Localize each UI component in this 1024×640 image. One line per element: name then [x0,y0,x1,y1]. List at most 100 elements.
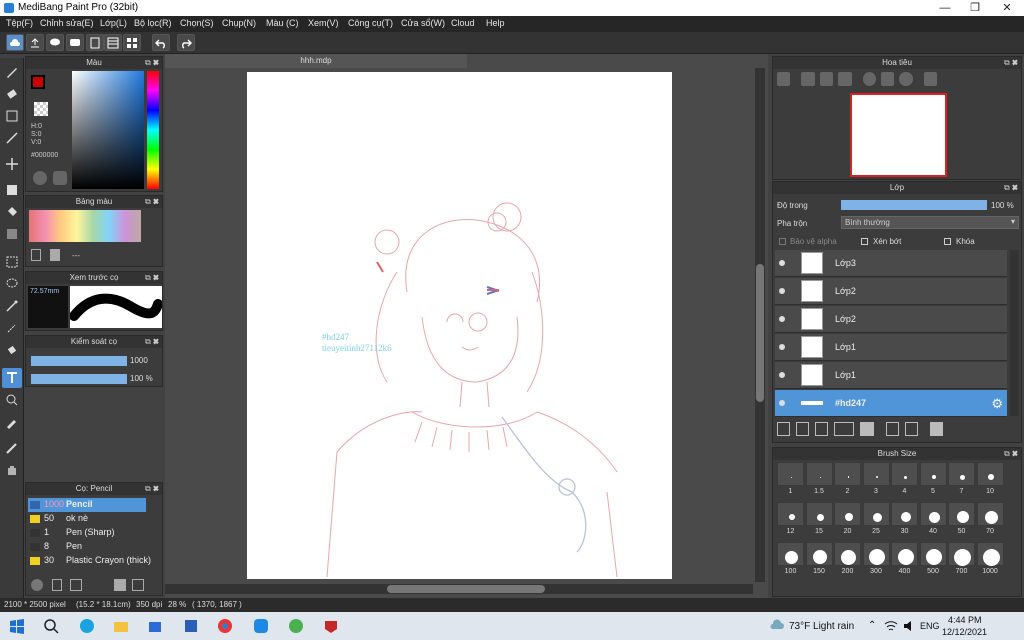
move-icon[interactable] [2,154,22,174]
volume-icon[interactable] [899,616,921,636]
brush-size-cell[interactable] [919,542,947,566]
panel-controls-icon[interactable]: ⧉ ✖ [145,272,159,284]
brush-size-cell[interactable] [948,462,975,486]
panel-controls-icon[interactable]: ⧉ ✖ [145,483,159,495]
flip-icon[interactable] [923,72,937,86]
palette-wheel-icon[interactable] [33,171,47,185]
search-icon[interactable] [40,616,62,636]
brush-item[interactable]: 1 Pen (Sharp) [28,526,146,540]
duplicate-layer-icon[interactable] [886,422,899,436]
bucket-icon[interactable] [2,202,22,222]
brush-size-cell[interactable] [834,462,861,486]
edge-icon[interactable] [76,616,98,636]
panel-controls-icon[interactable]: ⧉ ✖ [1004,57,1018,69]
protect-alpha-checkbox[interactable] [779,238,786,245]
layer-opacity-slider[interactable] [841,200,987,210]
folder-icon[interactable] [114,579,126,591]
menu-color[interactable]: Màu (C) [266,18,299,28]
layer-row[interactable]: Lớp1 [775,334,1007,361]
brush-size-cell[interactable] [948,502,975,526]
brush-size-cell[interactable] [948,542,975,566]
layer-menu-icon[interactable] [834,422,854,436]
brush-size-cell[interactable] [891,462,918,486]
layer-row[interactable]: Lớp1 [775,362,1007,389]
vertical-scroll-thumb[interactable] [756,264,764,402]
secondary-color-swatch[interactable] [34,102,48,116]
layer-row[interactable]: Lớp3 [775,250,1007,277]
brush-size-cell[interactable] [976,542,1004,566]
fit-screen-icon[interactable] [880,72,895,86]
layer-scrollbar[interactable] [1010,250,1019,416]
brush-size-cell[interactable] [862,462,890,486]
weather-icon[interactable] [766,616,788,636]
undo-icon[interactable] [152,34,170,51]
pen-tool-icon[interactable] [2,438,22,458]
fill-rect-icon[interactable] [2,180,22,200]
brush-item[interactable]: 8 Pen [28,540,146,554]
horizontal-scrollbar[interactable] [165,584,753,594]
brush-size-cell[interactable] [834,542,861,566]
navigator-thumbnail[interactable] [850,93,947,177]
minimize-button[interactable]: — [930,0,960,16]
menu-capture[interactable]: Chụp(N) [222,18,256,28]
primary-color-swatch[interactable] [31,75,45,89]
zoom-out-icon[interactable] [838,72,852,86]
select-eraser-icon[interactable] [2,340,22,360]
cloud-icon[interactable] [6,34,24,51]
brush-size-cell[interactable] [834,502,861,526]
new-brush-icon[interactable] [52,579,62,591]
menu-tools[interactable]: Công cụ(T) [348,18,393,28]
menu-filter[interactable]: Bộ lọc(R) [134,18,172,28]
brush-size-cell[interactable] [805,542,833,566]
gradient-icon[interactable] [2,224,22,244]
visibility-icon[interactable] [779,344,785,350]
brush-size-slider[interactable] [31,356,127,366]
menu-select[interactable]: Chọn(S) [180,18,214,28]
brush-size-cell[interactable] [805,502,833,526]
visibility-icon[interactable] [779,316,785,322]
brush-size-cell[interactable] [777,502,804,526]
menu-window[interactable]: Cửa sổ(W) [401,18,445,28]
line-icon[interactable] [2,128,22,148]
rotate-left-icon[interactable] [862,72,876,86]
canvas-area[interactable]: hhh.mdp #hd247 tieuyeitinh27112k6 [165,54,768,598]
color-picker-icon[interactable] [53,171,67,185]
zoom-in-icon[interactable] [801,72,815,86]
brush-size-cell[interactable] [919,462,947,486]
magic-wand-icon[interactable] [2,296,22,316]
layer-row[interactable]: #hd247 ⚙ [775,390,1007,417]
rectangle-icon[interactable] [2,106,22,126]
chevron-up-icon[interactable]: ⌃ [868,620,876,631]
clock-date[interactable]: 12/12/2021 [942,627,987,637]
folder-icon[interactable] [860,422,874,436]
brush-item[interactable]: 50 ok nè [28,512,146,526]
store-icon[interactable] [144,616,166,636]
visibility-icon[interactable] [779,260,785,266]
speech-icon[interactable] [66,34,84,51]
layer-row[interactable]: Lớp2 [775,278,1007,305]
zoom-fit-icon[interactable] [777,72,791,86]
brush-size-cell[interactable] [862,502,890,526]
redo-icon[interactable] [177,34,195,51]
merge-layer-icon[interactable] [905,422,918,436]
duplicate-brush-icon[interactable] [132,579,144,591]
clock-time[interactable]: 4:44 PM [948,615,982,625]
lock-checkbox[interactable] [944,238,951,245]
brush-menu-icon[interactable] [70,579,82,591]
vertical-scrollbar[interactable] [755,68,765,582]
clipping-checkbox[interactable] [861,238,868,245]
hand-icon[interactable] [2,460,22,480]
menu-help[interactable]: Help [486,18,505,28]
color-sv-square[interactable] [72,71,144,189]
panel-controls-icon[interactable]: ⧉ ✖ [145,336,159,348]
zoom-actual-icon[interactable] [819,72,834,86]
select-pen-icon[interactable] [2,318,22,338]
select-rect-icon[interactable] [2,252,22,272]
language-indicator[interactable]: ENG [920,621,940,631]
brush-size-cell[interactable] [891,502,918,526]
horizontal-scroll-thumb[interactable] [387,585,545,593]
comment-icon[interactable] [46,34,64,51]
drawing-canvas[interactable]: #hd247 tieuyeitinh27112k6 [247,72,672,579]
new-8bit-layer-icon[interactable] [815,422,828,436]
trash-icon[interactable] [930,422,943,436]
